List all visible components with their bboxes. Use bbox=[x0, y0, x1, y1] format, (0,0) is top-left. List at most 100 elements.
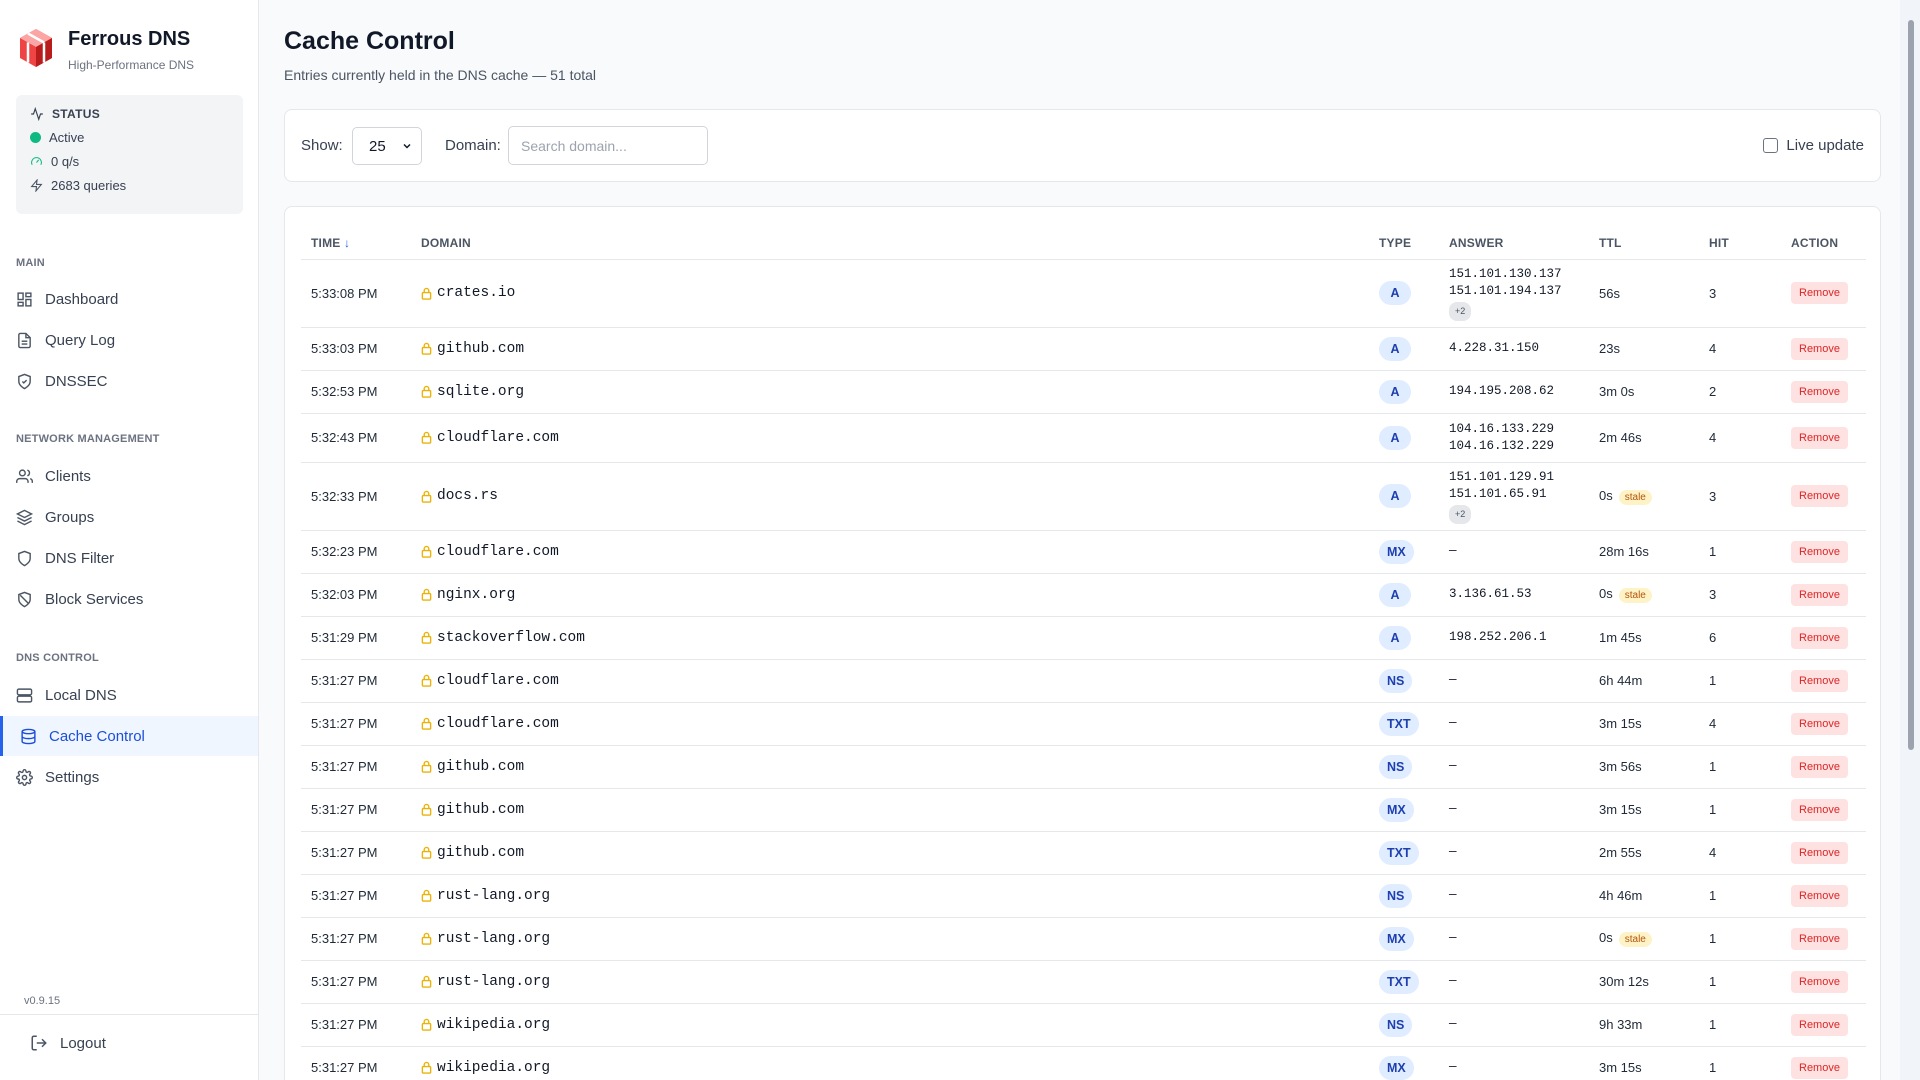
remove-button[interactable]: Remove bbox=[1791, 669, 1848, 692]
cell-ttl: 0s stale bbox=[1599, 462, 1709, 531]
answer-value: 4.228.31.150 bbox=[1449, 341, 1540, 355]
lock-icon bbox=[421, 803, 432, 816]
remove-button[interactable]: Remove bbox=[1791, 884, 1848, 907]
domain-text: rust-lang.org bbox=[437, 930, 551, 947]
cell-action: Remove bbox=[1791, 327, 1866, 371]
table-body: 5:33:08 PM crates.io A 151.101.130.137 151.1… bbox=[301, 259, 1866, 1080]
page-size-select[interactable]: 25 bbox=[352, 127, 422, 165]
cell-hit: 4 bbox=[1709, 413, 1791, 463]
domain-text: github.com bbox=[437, 801, 525, 818]
record-type-badge: NS bbox=[1379, 883, 1413, 908]
cell-ttl: 23s bbox=[1599, 327, 1709, 371]
table-row: 5:31:27 PM rust-lang.org NS — 4h 46m 1 Remove bbox=[301, 874, 1866, 918]
remove-button[interactable]: Remove bbox=[1791, 426, 1848, 449]
remove-button[interactable]: Remove bbox=[1791, 755, 1848, 778]
sidebar-item-settings[interactable]: Settings bbox=[0, 757, 258, 797]
sidebar-item-clients[interactable]: Clients bbox=[0, 456, 258, 496]
sidebar-item-dns-filter[interactable]: DNS Filter bbox=[0, 538, 258, 578]
record-type-badge: TXT bbox=[1379, 840, 1419, 865]
status-panel: STATUS Active 0 q/s 2683 queries bbox=[16, 95, 243, 214]
column-answer[interactable]: ANSWER bbox=[1449, 227, 1599, 260]
live-update-toggle[interactable]: Live update bbox=[1763, 137, 1864, 154]
sidebar-item-groups[interactable]: Groups bbox=[0, 497, 258, 537]
cell-action: Remove bbox=[1791, 370, 1866, 414]
lock-icon bbox=[421, 1061, 432, 1074]
more-answers-badge[interactable]: +2 bbox=[1449, 504, 1472, 524]
remove-button[interactable]: Remove bbox=[1791, 841, 1848, 864]
cell-type: MX bbox=[1379, 788, 1449, 832]
cell-ttl: 3m 15s bbox=[1599, 788, 1709, 832]
column-hit[interactable]: HIT bbox=[1709, 227, 1791, 260]
domain-search-input[interactable] bbox=[508, 126, 708, 165]
remove-button[interactable]: Remove bbox=[1791, 282, 1848, 304]
ttl-value: 0s bbox=[1599, 487, 1613, 503]
sidebar-item-local-dns[interactable]: Local DNS bbox=[0, 675, 258, 715]
lock-icon bbox=[421, 846, 432, 859]
more-answers-badge[interactable]: +2 bbox=[1449, 301, 1472, 321]
cell-ttl: 2m 55s bbox=[1599, 831, 1709, 875]
answer-value: 151.101.194.137 bbox=[1449, 283, 1562, 298]
column-domain[interactable]: DOMAIN bbox=[421, 227, 1379, 260]
remove-button[interactable]: Remove bbox=[1791, 1056, 1848, 1079]
answer-value: — bbox=[1449, 888, 1457, 902]
answer-value: — bbox=[1449, 974, 1457, 988]
answer-value: 194.195.208.62 bbox=[1449, 384, 1555, 398]
sort-desc-icon: ↓ bbox=[344, 235, 351, 250]
brand[interactable]: Ferrous DNS High-Performance DNS bbox=[16, 26, 194, 72]
record-type-badge: A bbox=[1379, 425, 1411, 450]
remove-button[interactable]: Remove bbox=[1791, 337, 1848, 360]
cell-action: Remove bbox=[1791, 659, 1866, 703]
remove-button[interactable]: Remove bbox=[1791, 583, 1848, 606]
remove-button[interactable]: Remove bbox=[1791, 380, 1848, 403]
shield-icon bbox=[18, 550, 31, 566]
cell-type: A bbox=[1379, 413, 1449, 463]
shield-off-icon bbox=[18, 591, 31, 607]
table-row: 5:31:27 PM rust-lang.org TXT — 30m 12s 1 Remov… bbox=[301, 960, 1866, 1004]
live-update-checkbox[interactable] bbox=[1763, 138, 1779, 153]
table-row: 5:31:27 PM github.com MX — 3m 15s 1 Remove bbox=[301, 788, 1866, 832]
remove-button[interactable]: Remove bbox=[1791, 485, 1848, 507]
cell-answer: — bbox=[1449, 831, 1599, 875]
page-scrollbar[interactable] bbox=[1900, 0, 1920, 1080]
scrollbar-thumb[interactable] bbox=[1908, 20, 1914, 750]
answer-value: 104.16.132.229 bbox=[1449, 438, 1555, 453]
remove-button[interactable]: Remove bbox=[1791, 927, 1848, 950]
gear-icon bbox=[16, 768, 33, 786]
cell-action: Remove bbox=[1791, 616, 1866, 660]
column-ttl[interactable]: TTL bbox=[1599, 227, 1709, 260]
sidebar-item-dnssec[interactable]: DNSSEC bbox=[0, 361, 258, 401]
domain-text: cloudflare.com bbox=[437, 543, 559, 560]
cell-answer: — bbox=[1449, 1046, 1599, 1080]
domain-text: rust-lang.org bbox=[437, 887, 551, 904]
cell-answer: — bbox=[1449, 960, 1599, 1004]
remove-button[interactable]: Remove bbox=[1791, 540, 1848, 563]
cell-domain: wikipedia.org bbox=[421, 1003, 1379, 1047]
record-type-badge: TXT bbox=[1379, 969, 1419, 994]
column-type[interactable]: TYPE bbox=[1379, 227, 1449, 260]
sidebar-item-cache-control[interactable]: Cache Control bbox=[0, 716, 258, 756]
answer-value: — bbox=[1449, 673, 1457, 687]
cell-answer: 151.101.129.91 151.101.65.91 +2 bbox=[1449, 462, 1599, 531]
answer-value: — bbox=[1449, 845, 1457, 859]
remove-button[interactable]: Remove bbox=[1791, 1013, 1848, 1036]
sidebar-item-dashboard[interactable]: Dashboard bbox=[0, 279, 258, 319]
ttl-value: 2m 46s bbox=[1599, 430, 1642, 445]
column-time[interactable]: TIME ↓ bbox=[301, 227, 421, 260]
ttl-value: 3m 15s bbox=[1599, 1060, 1642, 1075]
sidebar-item-block-services[interactable]: Block Services bbox=[0, 579, 258, 619]
answer-value: 104.16.133.229 bbox=[1449, 421, 1555, 436]
remove-button[interactable]: Remove bbox=[1791, 626, 1848, 649]
cell-type: A bbox=[1379, 573, 1449, 617]
ttl-value: 0s bbox=[1599, 586, 1613, 601]
cell-time: 5:31:27 PM bbox=[301, 1003, 421, 1047]
remove-button[interactable]: Remove bbox=[1791, 970, 1848, 993]
cell-answer: — bbox=[1449, 745, 1599, 789]
table-row: 5:31:27 PM rust-lang.org MX — 0s stale 1 Remove bbox=[301, 917, 1866, 961]
cell-ttl: 3m 15s bbox=[1599, 702, 1709, 746]
cell-type: NS bbox=[1379, 874, 1449, 918]
sidebar-item-query-log[interactable]: Query Log bbox=[0, 320, 258, 360]
remove-button[interactable]: Remove bbox=[1791, 712, 1848, 735]
remove-button[interactable]: Remove bbox=[1791, 798, 1848, 821]
cell-answer: — bbox=[1449, 530, 1599, 574]
logout-button[interactable]: Logout bbox=[30, 1034, 106, 1052]
